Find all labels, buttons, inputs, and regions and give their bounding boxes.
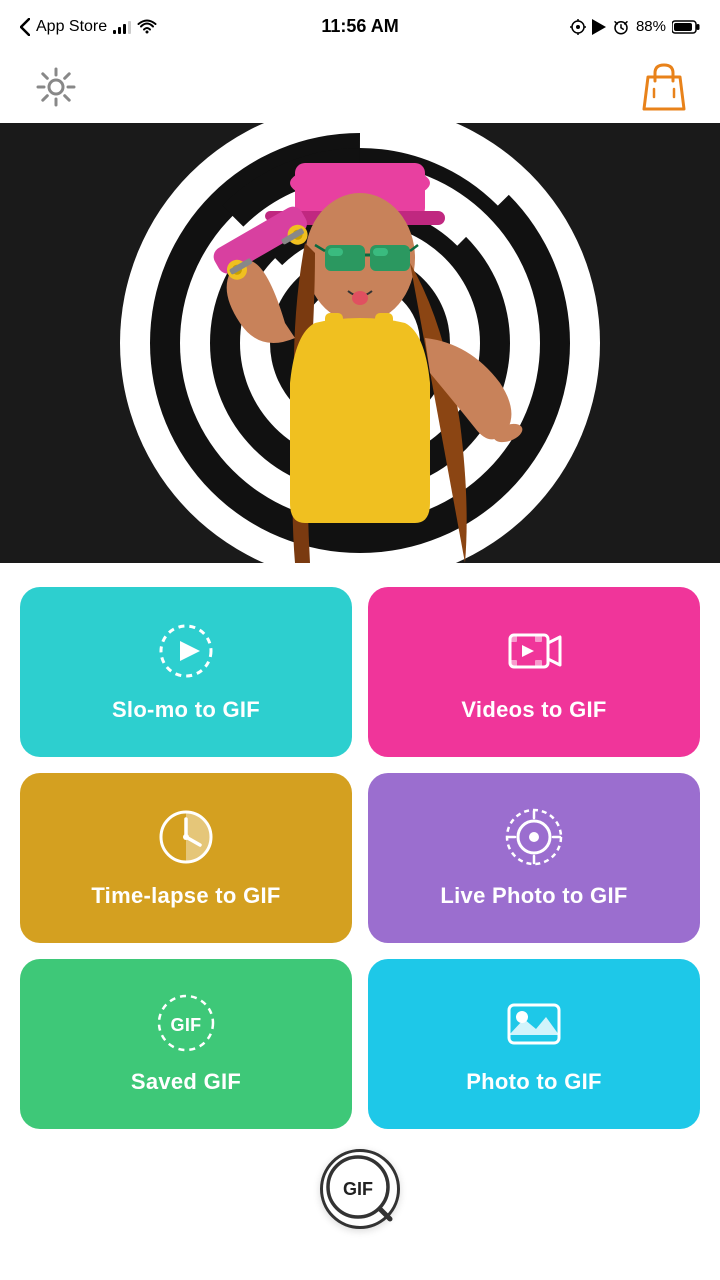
phototogif-label: Photo to GIF [466, 1069, 602, 1095]
bottom-bar: GIF [0, 1149, 720, 1239]
status-bar: App Store 11:56 AM [0, 0, 720, 53]
video-play-icon [504, 621, 564, 681]
back-arrow-icon [20, 18, 30, 36]
svg-text:GIF: GIF [343, 1179, 373, 1199]
signal-icon [113, 20, 131, 34]
gif-search-icon: GIF [324, 1153, 396, 1225]
location-icon [570, 19, 586, 35]
navigation-icon [592, 19, 606, 35]
hero-image [0, 123, 720, 563]
videos-label: Videos to GIF [461, 697, 606, 723]
app-header [0, 53, 720, 123]
battery-icon [672, 19, 700, 35]
slomo-to-gif-button[interactable]: Slo-mo to GIF [20, 587, 352, 757]
carrier-label: App Store [36, 18, 107, 36]
saved-gif-button[interactable]: GIF Saved GIF [20, 959, 352, 1129]
timelapse-label: Time-lapse to GIF [91, 883, 280, 909]
svg-text:GIF: GIF [171, 1015, 202, 1035]
battery-percent: 88% [636, 18, 666, 35]
settings-button[interactable] [24, 55, 88, 122]
wifi-icon [137, 19, 157, 35]
person-svg [150, 123, 570, 563]
gear-icon [32, 63, 80, 111]
gif-dashed-icon: GIF [156, 993, 216, 1053]
savedgif-label: Saved GIF [131, 1069, 241, 1095]
clock-half-icon [156, 807, 216, 867]
gif-search-button[interactable]: GIF [320, 1149, 400, 1229]
shopping-bag-icon [640, 61, 688, 113]
photo-to-gif-button[interactable]: Photo to GIF [368, 959, 700, 1129]
timelapse-to-gif-button[interactable]: Time-lapse to GIF [20, 773, 352, 943]
slomo-label: Slo-mo to GIF [112, 697, 260, 723]
live-photo-to-gif-button[interactable]: Live Photo to GIF [368, 773, 700, 943]
play-circle-dotted-icon [156, 621, 216, 681]
photo-mountain-icon [504, 993, 564, 1053]
target-dotted-icon [504, 807, 564, 867]
status-right: 88% [570, 18, 700, 36]
livephoto-label: Live Photo to GIF [440, 883, 627, 909]
alarm-icon [612, 18, 630, 36]
status-left: App Store [20, 18, 157, 36]
shopping-bag-button[interactable] [632, 53, 696, 124]
time-display: 11:56 AM [321, 16, 398, 37]
hero-person [0, 123, 720, 563]
feature-grid: Slo-mo to GIF Videos to GIF [0, 563, 720, 1149]
videos-to-gif-button[interactable]: Videos to GIF [368, 587, 700, 757]
